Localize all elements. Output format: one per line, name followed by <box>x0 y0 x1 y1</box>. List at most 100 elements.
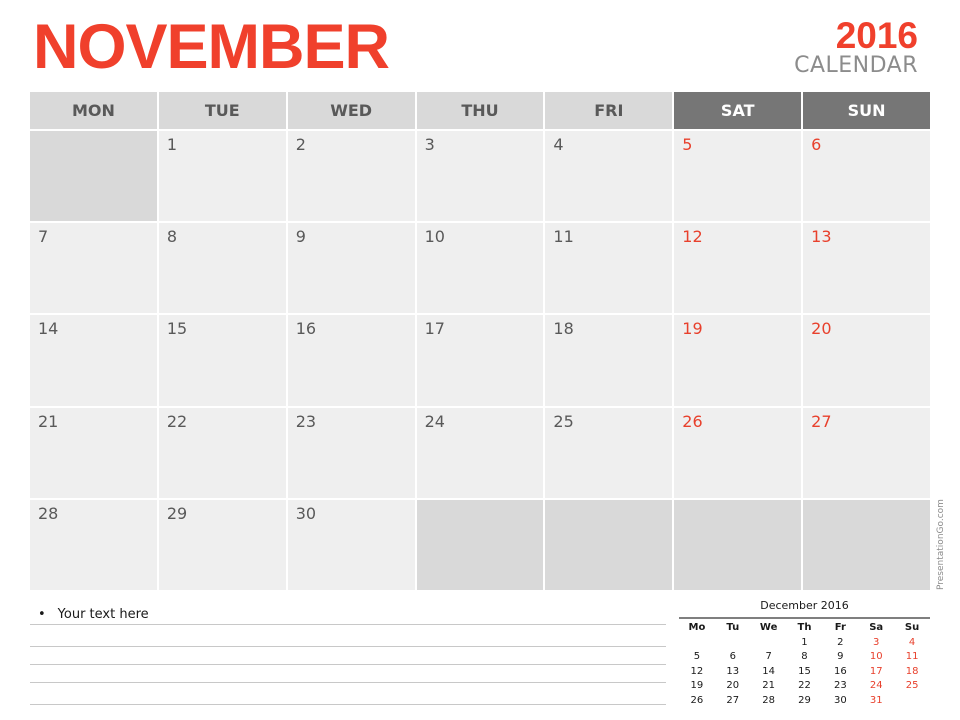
empty-day-cell <box>416 499 544 590</box>
day-cell[interactable]: 3 <box>416 131 544 222</box>
note-item[interactable]: • Your text here <box>38 607 149 622</box>
day-cell[interactable]: 12 <box>674 223 802 314</box>
mini-day: 10 <box>869 651 883 663</box>
day-number: 28 <box>38 503 59 523</box>
mini-calendar-divider <box>679 617 930 619</box>
day-number: 2 <box>295 135 306 154</box>
day-cell[interactable]: 13 <box>803 223 930 314</box>
mini-day: 7 <box>765 651 772 663</box>
day-header-sun: SUN <box>803 92 930 129</box>
day-header-tue: TUE <box>158 92 286 129</box>
note-line <box>30 704 666 705</box>
mini-day: 24 <box>869 680 883 692</box>
day-cell[interactable]: 16 <box>287 315 415 406</box>
mini-empty-cell <box>715 636 751 651</box>
day-cell[interactable]: 15 <box>158 315 286 406</box>
day-header-sat: SAT <box>674 92 802 129</box>
year-label: 2016 <box>835 15 918 56</box>
note-text: Your text here <box>57 607 149 622</box>
day-cell[interactable]: 10 <box>416 223 544 314</box>
day-number: 21 <box>38 411 59 431</box>
day-cell[interactable]: 27 <box>803 407 930 498</box>
day-cell[interactable]: 8 <box>158 223 286 314</box>
mini-day: 26 <box>690 694 704 706</box>
mini-empty-cell <box>679 636 715 651</box>
day-cell[interactable]: 1 <box>158 131 286 222</box>
day-number: 30 <box>295 503 317 523</box>
day-header-wed: WED <box>287 92 415 129</box>
day-cell[interactable]: 17 <box>416 315 544 406</box>
mini-day: 11 <box>905 651 919 663</box>
mini-day-header: Mo <box>688 622 706 633</box>
day-cell[interactable]: 4 <box>545 131 673 222</box>
mini-day: 8 <box>801 651 808 663</box>
day-cell[interactable]: 6 <box>803 131 930 222</box>
day-number: 6 <box>811 135 822 154</box>
mini-day: 15 <box>798 665 811 677</box>
day-cell[interactable]: 25 <box>545 407 673 498</box>
day-cell[interactable]: 11 <box>545 223 673 314</box>
mini-day-header: Tu <box>726 622 740 633</box>
day-cell[interactable]: 29 <box>158 499 286 590</box>
day-cell[interactable]: 21 <box>30 407 157 498</box>
month-grid: MON TUE WED THU FRI SAT SUN 1 2 3 4 5 6 7 8 9 10 11 12 13 14… <box>30 92 930 590</box>
mini-day: 22 <box>798 680 811 692</box>
mini-day: 2 <box>837 636 844 648</box>
mini-day: 31 <box>869 694 883 706</box>
day-cell[interactable]: 7 <box>30 223 157 314</box>
mini-day: 17 <box>869 665 883 677</box>
day-cell[interactable]: 14 <box>30 315 157 406</box>
day-number: 24 <box>424 411 445 431</box>
mini-day-header: Th <box>797 622 812 633</box>
day-number: 22 <box>166 411 188 431</box>
day-cell[interactable]: 19 <box>674 315 802 406</box>
day-number: 8 <box>166 227 178 247</box>
day-number: 25 <box>553 411 574 431</box>
calendar-subtitle: CALENDAR <box>794 53 918 78</box>
day-cell[interactable]: 24 <box>416 407 544 498</box>
day-cell[interactable]: 30 <box>287 499 415 590</box>
day-header-thu: THU <box>416 92 544 129</box>
day-number: 11 <box>553 227 574 247</box>
day-number: 16 <box>295 319 317 339</box>
mini-empty-cell <box>751 636 787 651</box>
day-number: 17 <box>424 319 445 339</box>
mini-calendar-title: December 2016 <box>760 599 849 612</box>
mini-day: 16 <box>833 665 847 677</box>
day-cell[interactable]: 2 <box>287 131 415 222</box>
mini-day: 25 <box>905 680 919 692</box>
day-number: 14 <box>38 319 59 339</box>
day-number: 9 <box>295 227 306 247</box>
day-number: 27 <box>811 411 832 431</box>
mini-day-header: Sa <box>869 622 884 633</box>
day-cell[interactable]: 5 <box>674 131 802 222</box>
mini-day-header: Fr <box>834 622 846 633</box>
day-cell[interactable]: 28 <box>30 499 157 590</box>
mini-day-header: Su <box>904 622 920 633</box>
day-number: 23 <box>295 411 317 431</box>
empty-day-cell <box>545 499 673 590</box>
day-number: 18 <box>553 319 574 339</box>
day-number: 20 <box>811 319 832 339</box>
day-cell[interactable]: 22 <box>158 407 286 498</box>
note-line <box>30 664 666 665</box>
empty-day-cell <box>674 499 802 590</box>
mini-day: 23 <box>833 680 847 692</box>
day-cell[interactable]: 9 <box>287 223 415 314</box>
empty-day-cell <box>30 131 157 222</box>
day-header-mon: MON <box>30 92 157 129</box>
mini-day: 27 <box>726 694 740 706</box>
empty-day-cell <box>803 499 930 590</box>
note-line <box>30 646 666 647</box>
watermark: PresentationGo.com <box>936 499 946 590</box>
mini-day: 21 <box>762 680 775 692</box>
day-cell[interactable]: 18 <box>545 315 673 406</box>
day-cell[interactable]: 26 <box>674 407 802 498</box>
day-cell[interactable]: 20 <box>803 315 930 406</box>
mini-day: 3 <box>873 636 880 648</box>
mini-day: 20 <box>726 680 740 692</box>
mini-day: 13 <box>726 665 740 677</box>
mini-day: 14 <box>762 665 775 677</box>
day-number: 29 <box>166 503 188 523</box>
day-cell[interactable]: 23 <box>287 407 415 498</box>
